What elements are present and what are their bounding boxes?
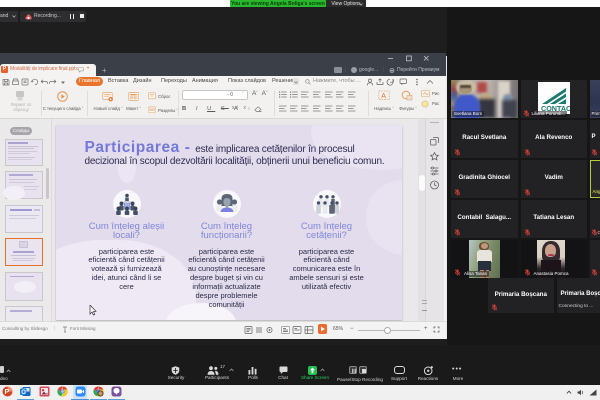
svg-text:O: O xyxy=(21,389,26,395)
svg-text:A: A xyxy=(381,93,386,100)
svg-text:P: P xyxy=(5,389,10,396)
